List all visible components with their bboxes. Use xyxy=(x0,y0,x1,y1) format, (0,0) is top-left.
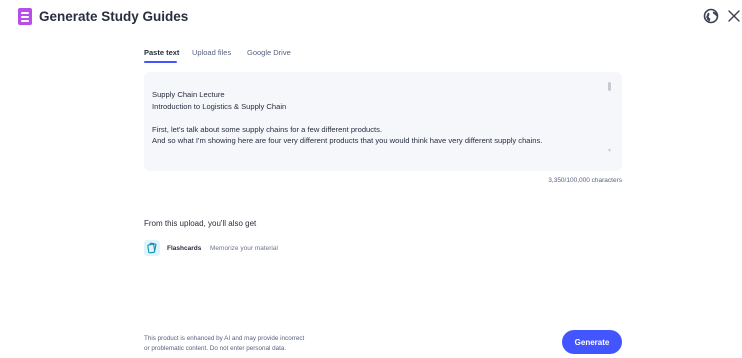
close-icon[interactable] xyxy=(727,9,741,23)
text-line: First, let's talk about some supply chai… xyxy=(152,124,383,134)
feature-description: Memorize your material xyxy=(210,245,278,252)
text-line xyxy=(152,112,622,124)
flashcards-icon xyxy=(144,240,160,256)
tab-paste-text[interactable]: Paste text xyxy=(144,48,179,57)
page-title: Generate Study Guides xyxy=(39,9,189,24)
text-line: And so what I'm showing here are four ve… xyxy=(152,136,543,145)
paste-text-area[interactable]: Supply Chain Lecture Introduction to Log… xyxy=(144,72,622,171)
scrollbar-thumb[interactable] xyxy=(608,82,611,91)
feature-name: Flashcards xyxy=(167,245,202,252)
disclaimer-line: or problematic content. Do not enter per… xyxy=(144,345,287,352)
disclaimer-line: This product is enhanced by AI and may p… xyxy=(144,335,305,342)
globe-icon[interactable] xyxy=(703,8,719,24)
scroll-down-icon[interactable]: ▼ xyxy=(607,148,612,154)
text-line: Introduction to Logistics & Supply Chain xyxy=(152,101,287,111)
ai-disclaimer: This product is enhanced by AI and may p… xyxy=(144,334,304,354)
active-tab-indicator xyxy=(144,61,177,63)
generate-button[interactable]: Generate xyxy=(562,330,622,354)
study-guide-logo-icon xyxy=(18,8,32,25)
upload-section-title: From this upload, you'll also get xyxy=(144,219,257,228)
tab-google-drive[interactable]: Google Drive xyxy=(247,48,291,57)
tab-upload-files[interactable]: Upload files xyxy=(192,48,231,57)
text-line: Supply Chain Lecture xyxy=(152,90,225,99)
character-count: 3,350/100,000 characters xyxy=(548,177,622,184)
